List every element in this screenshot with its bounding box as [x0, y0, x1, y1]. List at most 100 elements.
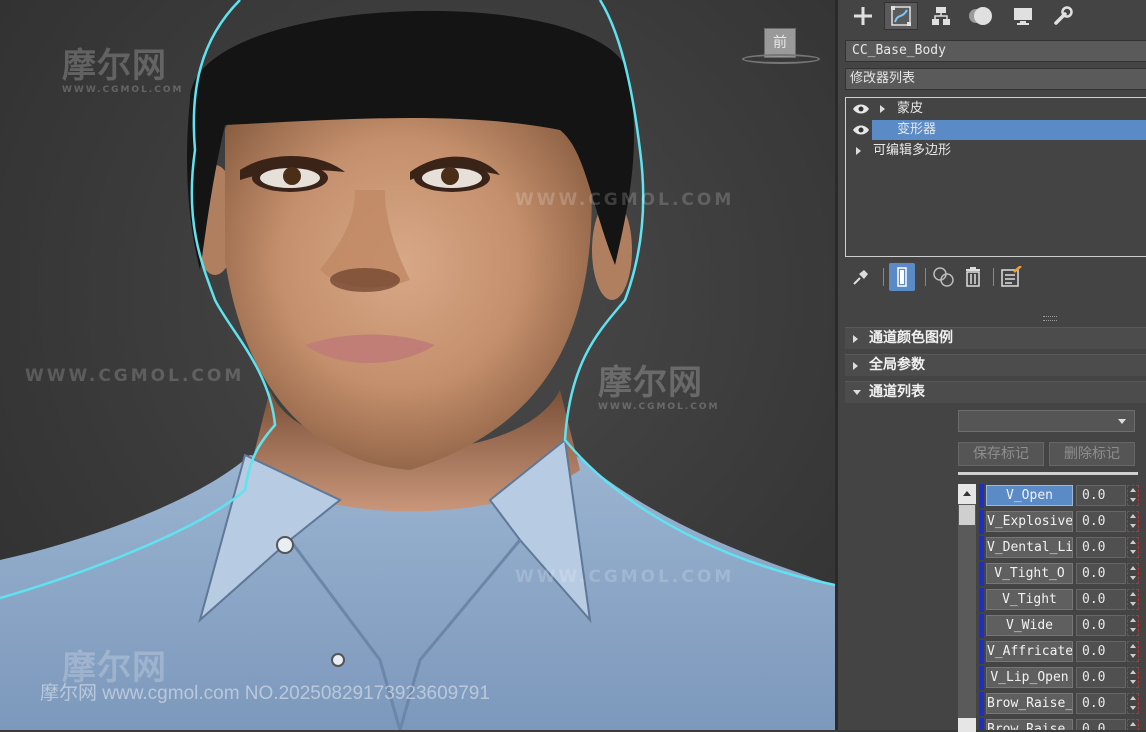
channel-color-bar — [979, 510, 984, 534]
channel-color-bar — [979, 718, 984, 730]
channel-value-spinner[interactable] — [1127, 693, 1139, 714]
channel-row: V_Tight_O 0.0 — [979, 562, 1146, 588]
expand-arrow-icon[interactable] — [880, 105, 885, 113]
motion-circle-icon — [969, 7, 992, 25]
channel-value-spinner[interactable] — [1127, 615, 1139, 636]
stack-item-label: 可编辑多边形 — [873, 143, 952, 158]
delete-marker-button[interactable]: 删除标记 — [1049, 442, 1135, 466]
channel-value-spinner[interactable] — [1127, 589, 1139, 610]
modifier-stack: 蒙皮 变形器 可编辑多边形 — [845, 97, 1146, 257]
collapse-arrow-icon — [853, 335, 858, 343]
channel-value-field[interactable]: 0.0 — [1076, 589, 1126, 610]
footer-watermark: 摩尔网 www.cgmol.com NO.2025082917392360979… — [40, 683, 490, 704]
configure-modifier-sets-icon — [1001, 266, 1022, 287]
scroll-up-button[interactable] — [958, 484, 976, 504]
channel-color-bar — [979, 562, 984, 586]
stack-item-label: 变形器 — [897, 122, 937, 137]
command-panel: CC_Base_Body 修改器列表 蒙皮 变形器 可编辑多边形 通道颜色图例 … — [835, 0, 1146, 732]
channel-name-button[interactable]: V_Lip_Open — [986, 667, 1073, 688]
expand-arrow-icon[interactable] — [856, 147, 861, 155]
channel-row: V_Affricate 0.0 — [979, 640, 1146, 666]
channel-value-field[interactable]: 0.0 — [1076, 485, 1126, 506]
channel-value-field[interactable]: 0.0 — [1076, 719, 1126, 730]
pin-stack-button[interactable] — [849, 263, 873, 291]
tab-create[interactable] — [846, 2, 880, 30]
toolbar-separator — [991, 263, 995, 291]
channel-value-spinner[interactable] — [1127, 719, 1139, 730]
channel-value-field[interactable]: 0.0 — [1076, 563, 1126, 584]
plus-icon — [854, 7, 872, 25]
tab-hierarchy[interactable] — [924, 2, 958, 30]
stack-item-editable-poly[interactable]: 可编辑多边形 — [846, 141, 1146, 161]
stack-item-morpher[interactable]: 变形器 — [846, 120, 1146, 140]
show-end-result-icon — [897, 267, 907, 287]
channel-value-field[interactable]: 0.0 — [1076, 641, 1126, 662]
configure-modifier-sets-button[interactable] — [999, 263, 1025, 291]
channel-name-button[interactable]: Brow_Raise_ — [986, 693, 1073, 714]
channel-name-button[interactable]: V_Affricate — [986, 641, 1073, 662]
eye-visible-icon[interactable] — [852, 124, 870, 136]
channel-name-button[interactable]: V_Wide — [986, 615, 1073, 636]
expand-arrow-icon — [853, 390, 861, 395]
modify-curve-icon — [891, 6, 911, 26]
stack-item-skin[interactable]: 蒙皮 — [846, 99, 1146, 119]
tab-display[interactable] — [1006, 2, 1040, 30]
channel-name-button[interactable]: V_Tight — [986, 589, 1073, 610]
toolbar-separator — [923, 263, 927, 291]
channel-row: V_Tight 0.0 — [979, 588, 1146, 614]
scroll-thumb[interactable] — [959, 505, 975, 525]
channel-value-spinner[interactable] — [1127, 537, 1139, 558]
stack-item-label: 蒙皮 — [897, 101, 924, 116]
wrench-icon — [1054, 6, 1073, 25]
modifier-list-dropdown[interactable]: 修改器列表 — [845, 68, 1146, 90]
channel-name-button[interactable]: Brow_Raise_ — [986, 719, 1073, 730]
tab-modify[interactable] — [884, 2, 918, 30]
channel-name-button[interactable]: V_Explosive — [986, 511, 1073, 532]
channel-color-bar — [979, 640, 984, 664]
show-end-result-button[interactable] — [889, 263, 915, 291]
channel-value-field[interactable]: 0.0 — [1076, 511, 1126, 532]
channel-value-spinner[interactable] — [1127, 667, 1139, 688]
divider — [958, 472, 1138, 475]
channel-value-spinner[interactable] — [1127, 511, 1139, 532]
make-unique-icon — [933, 267, 954, 287]
rollout-channel-list[interactable]: 通道列表 — [845, 381, 1146, 403]
save-marker-button[interactable]: 保存标记 — [958, 442, 1044, 466]
display-monitor-icon — [1014, 8, 1032, 25]
rollout-title: 全局参数 — [869, 357, 925, 373]
channel-value-spinner[interactable] — [1127, 485, 1139, 506]
channel-color-bar — [979, 484, 984, 508]
channel-scrollbar[interactable] — [958, 484, 976, 732]
rollout-global-params[interactable]: 全局参数 — [845, 354, 1146, 376]
command-panel-tabs — [838, 0, 1146, 32]
channel-name-button[interactable]: V_Tight_O — [986, 563, 1073, 584]
eye-visible-icon[interactable] — [852, 103, 870, 115]
marker-dropdown[interactable] — [958, 410, 1135, 432]
channel-value-field[interactable]: 0.0 — [1076, 667, 1126, 688]
channel-value-field[interactable]: 0.0 — [1076, 693, 1126, 714]
channel-value-spinner[interactable] — [1127, 641, 1139, 662]
remove-modifier-button[interactable] — [961, 263, 985, 291]
channel-value-spinner[interactable] — [1127, 563, 1139, 584]
channel-name-button[interactable]: V_Dental_Li — [986, 537, 1073, 558]
watermark-url: WWW.CGMOL.COM — [515, 567, 735, 587]
channel-row: V_Open 0.0 — [979, 484, 1146, 510]
chevron-down-icon — [1118, 419, 1126, 424]
channel-row: V_Lip_Open 0.0 — [979, 666, 1146, 692]
channel-name-button[interactable]: V_Open — [986, 485, 1073, 506]
watermark-logo: 摩尔网 WWW.CGMOL.COM — [62, 46, 184, 95]
channel-value-field[interactable]: 0.0 — [1076, 615, 1126, 636]
viewcube[interactable]: 前 — [742, 28, 820, 68]
resize-grip[interactable] — [1043, 316, 1057, 321]
tab-utilities[interactable] — [1046, 2, 1080, 30]
toolbar-separator — [881, 263, 885, 291]
channel-value-field[interactable]: 0.0 — [1076, 537, 1126, 558]
make-unique-button[interactable] — [931, 263, 957, 291]
tab-motion[interactable] — [964, 2, 998, 30]
viewport[interactable]: 摩尔网 WWW.CGMOL.COM 摩尔网 WWW.CGMOL.COM 摩尔网 … — [0, 0, 835, 730]
rollout-channel-color-legend[interactable]: 通道颜色图例 — [845, 327, 1146, 349]
channel-row: V_Explosive 0.0 — [979, 510, 1146, 536]
object-name-field[interactable]: CC_Base_Body — [845, 40, 1146, 62]
pin-stack-icon — [853, 270, 868, 285]
viewcube-ring[interactable] — [742, 54, 820, 64]
